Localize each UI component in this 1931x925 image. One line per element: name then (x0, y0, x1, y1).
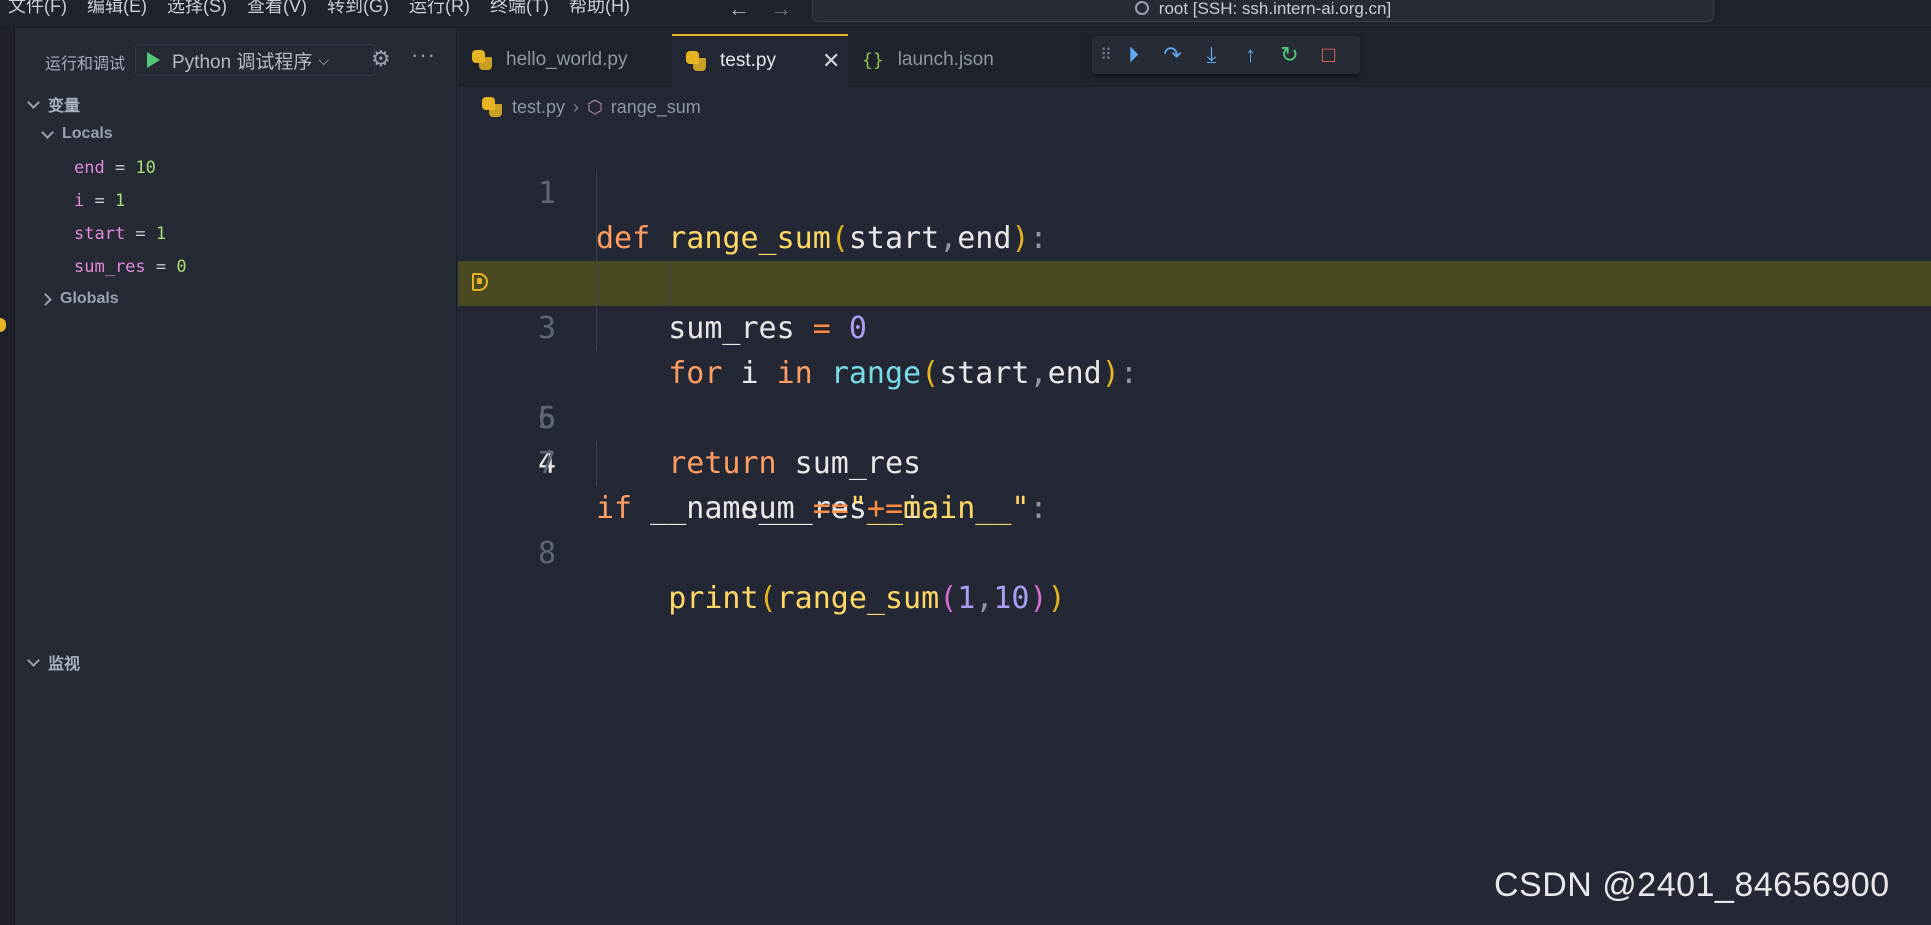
restart-icon[interactable]: ↻ (1270, 42, 1309, 68)
tab-label: test.py (720, 50, 776, 71)
debug-toolbar: ⠿ ⏵ ↷ ⤓ ↑ ↻ □ (1092, 36, 1360, 74)
remote-host-label: root [SSH: ssh.intern-ai.org.cn] (1158, 0, 1392, 18)
editor-area: hello_world.py test.py ✕ {} launch.json … (458, 28, 1931, 925)
code-text: if __name__ =="__main__": (596, 491, 1048, 526)
menu-edit[interactable]: 编辑(E) (79, 0, 159, 18)
activity-bar (0, 28, 15, 925)
code-line[interactable]: 1 def range_sum(start,end): (458, 126, 1931, 256)
command-center[interactable]: root [SSH: ssh.intern-ai.org.cn] (812, 0, 1714, 22)
menu-go[interactable]: 转到(G) (319, 0, 401, 18)
run-debug-header: 运行和调试 Python 调试程序 ⌵ ⚙ ··· (15, 28, 457, 94)
variable-value: 0 (176, 257, 187, 277)
variable-name: start (74, 224, 126, 244)
variables-section-label: 变量 (48, 98, 81, 115)
watch-section-header[interactable]: 监视 (23, 650, 80, 674)
variable-row[interactable]: end = 10 (74, 158, 156, 178)
chevron-down-icon (41, 125, 54, 139)
watch-section-label: 监视 (48, 656, 81, 673)
variable-value: 10 (135, 158, 156, 178)
indent-guide (596, 171, 597, 216)
breadcrumb-symbol[interactable]: range_sum (611, 97, 701, 118)
tab-label: launch.json (897, 49, 994, 70)
title-bar: 文件(F) 编辑(E) 选择(S) 查看(V) 转到(G) 运行(R) 终端(T… (0, 0, 1931, 28)
watermark: CSDN @2401_84656900 (1494, 866, 1890, 904)
variable-name: i (74, 191, 85, 211)
code-line[interactable]: 6 (458, 351, 1931, 436)
globals-scope[interactable]: Globals (37, 290, 119, 308)
current-execution-line[interactable]: 4 sum_res+=i (458, 261, 1931, 526)
gear-icon[interactable]: ⚙ (371, 46, 391, 72)
code-line[interactable]: 3 for i in range(start,end): (458, 216, 1931, 391)
drag-handle-icon[interactable]: ⠿ (1100, 45, 1114, 65)
locals-scope[interactable]: Locals (37, 125, 113, 143)
arrow-right-icon[interactable]: → (770, 0, 792, 22)
tab-test-py[interactable]: test.py ✕ (672, 34, 848, 86)
close-icon[interactable]: ✕ (822, 48, 840, 74)
code-editor[interactable]: 1 def range_sum(start,end): 2 sum_res = … (458, 126, 1931, 616)
chevron-down-icon[interactable]: ⌵ (318, 52, 329, 69)
menu-selection[interactable]: 选择(S) (159, 0, 239, 18)
variable-name: sum_res (74, 257, 146, 277)
variable-row[interactable]: sum_res = 0 (74, 257, 187, 277)
locals-label: Locals (62, 125, 113, 142)
chevron-right-icon: › (573, 96, 580, 117)
variable-value: 1 (114, 191, 126, 211)
search-icon (1134, 1, 1149, 15)
breadcrumb-file[interactable]: test.py (512, 97, 565, 118)
python-icon (482, 97, 502, 117)
debug-config-label: Python 调试程序 (172, 51, 313, 73)
start-debug-icon[interactable] (147, 52, 160, 68)
more-actions-icon[interactable]: ··· (411, 42, 436, 68)
tab-launch-json[interactable]: {} launch.json (848, 34, 1028, 86)
chevron-down-icon (27, 653, 40, 667)
python-icon (472, 50, 492, 70)
indent-guide (596, 216, 597, 261)
menu-help[interactable]: 帮助(H) (561, 0, 642, 18)
debug-indicator-icon (0, 318, 6, 332)
step-into-icon[interactable]: ⤓ (1192, 42, 1231, 68)
debug-config-select[interactable]: Python 调试程序 ⌵ (135, 44, 375, 76)
tab-label: hello_world.py (506, 49, 628, 70)
variable-value: 1 (155, 224, 167, 244)
variable-row[interactable]: i = 1 (74, 191, 125, 211)
code-line[interactable]: 8 print(range_sum(1,10)) (458, 441, 1931, 616)
indent-guide (596, 306, 597, 351)
menu-view[interactable]: 查看(V) (239, 0, 319, 18)
run-debug-sidebar: 运行和调试 Python 调试程序 ⌵ ⚙ ··· 变量 Locals end … (15, 28, 457, 925)
symbol-method-icon: ⬡ (587, 96, 603, 117)
menu-bar: 文件(F) 编辑(E) 选择(S) 查看(V) 转到(G) 运行(R) 终端(T… (0, 0, 642, 18)
current-line-pointer-icon (472, 273, 488, 291)
menu-terminal[interactable]: 终端(T) (482, 0, 561, 18)
tab-bar: hello_world.py test.py ✕ {} launch.json … (458, 28, 1931, 86)
chevron-right-icon (39, 292, 52, 306)
step-over-icon[interactable]: ↷ (1153, 42, 1192, 68)
sidebar-title: 运行和调试 (45, 56, 126, 73)
code-line[interactable]: 7 if __name__ =="__main__": (458, 396, 1931, 526)
globals-label: Globals (60, 290, 119, 307)
variable-name: end (74, 158, 105, 178)
arrow-left-icon[interactable]: ← (728, 0, 750, 22)
chevron-down-icon (27, 95, 40, 109)
menu-file[interactable]: 文件(F) (0, 0, 79, 18)
variables-section-header[interactable]: 变量 (23, 92, 80, 116)
step-out-icon[interactable]: ↑ (1231, 42, 1270, 68)
navigation-arrows: ← → (728, 0, 792, 22)
code-line[interactable]: 5 return sum_res (458, 306, 1931, 481)
line-number: 8 (537, 536, 556, 571)
menu-run[interactable]: 运行(R) (401, 0, 482, 18)
indent-guide (596, 261, 597, 306)
indent-guide (596, 441, 597, 486)
breadcrumb: test.py › ⬡ range_sum (482, 92, 701, 122)
tab-hello-world[interactable]: hello_world.py (458, 34, 672, 86)
stop-icon[interactable]: □ (1309, 42, 1348, 68)
json-icon: {} (862, 49, 884, 71)
variable-row[interactable]: start = 1 (74, 224, 166, 244)
indent-guide (668, 261, 669, 306)
code-text: print(range_sum(1,10)) (668, 581, 1066, 616)
python-icon (686, 51, 706, 71)
continue-icon[interactable]: ⏵ (1114, 42, 1153, 68)
code-line[interactable]: 2 sum_res = 0 (458, 171, 1931, 346)
